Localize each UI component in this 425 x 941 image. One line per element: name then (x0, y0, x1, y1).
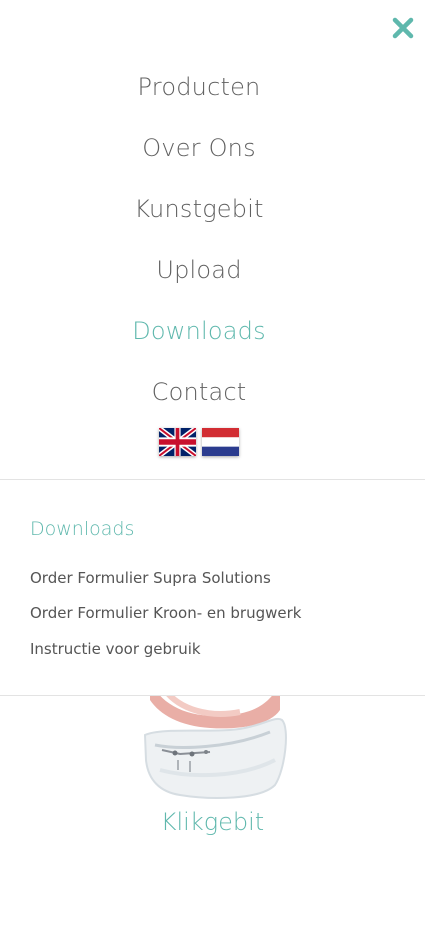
nav-item-contact: Contact (0, 361, 398, 422)
nav-item-over-ons: Over Ons (0, 117, 398, 178)
nav-item-producten: Producten (0, 56, 398, 117)
download-link-kroon-brugwerk[interactable]: Order Formulier Kroon- en brugwerk (30, 604, 301, 622)
submenu-item: Order Formulier Supra Solutions (30, 560, 301, 596)
language-dutch-button[interactable] (202, 428, 239, 456)
nav-item-upload: Upload (0, 239, 398, 300)
main-nav: Producten Over Ons Kunstgebit Upload Dow… (0, 56, 398, 422)
submenu-title: Downloads (30, 518, 135, 540)
nav-link-over-ons[interactable]: Over Ons (142, 134, 256, 162)
nav-item-kunstgebit: Kunstgebit (0, 178, 398, 239)
nav-link-contact[interactable]: Contact (152, 378, 247, 406)
submenu-links: Order Formulier Supra Solutions Order Fo… (30, 560, 301, 667)
nav-link-downloads[interactable]: Downloads (132, 317, 266, 345)
nav-link-kunstgebit[interactable]: Kunstgebit (134, 195, 263, 223)
nl-flag-icon (202, 428, 239, 456)
language-english-button[interactable] (159, 428, 196, 456)
nav-link-producten[interactable]: Producten (138, 73, 261, 101)
divider-bottom (0, 695, 425, 696)
submenu-item: Order Formulier Kroon- en brugwerk (30, 596, 301, 632)
nav-link-upload[interactable]: Upload (156, 256, 241, 284)
downloads-submenu: Downloads Order Formulier Supra Solution… (0, 480, 425, 695)
download-link-supra-solutions[interactable]: Order Formulier Supra Solutions (30, 569, 271, 587)
close-icon (392, 17, 414, 39)
nav-item-downloads: Downloads (0, 300, 398, 361)
product-caption[interactable]: Klikgebit (0, 808, 425, 836)
download-link-instructie[interactable]: Instructie voor gebruik (30, 640, 201, 658)
submenu-item: Instructie voor gebruik (30, 631, 301, 667)
uk-flag-icon (159, 428, 196, 456)
language-switcher (0, 428, 398, 456)
close-menu-button[interactable] (391, 16, 415, 40)
